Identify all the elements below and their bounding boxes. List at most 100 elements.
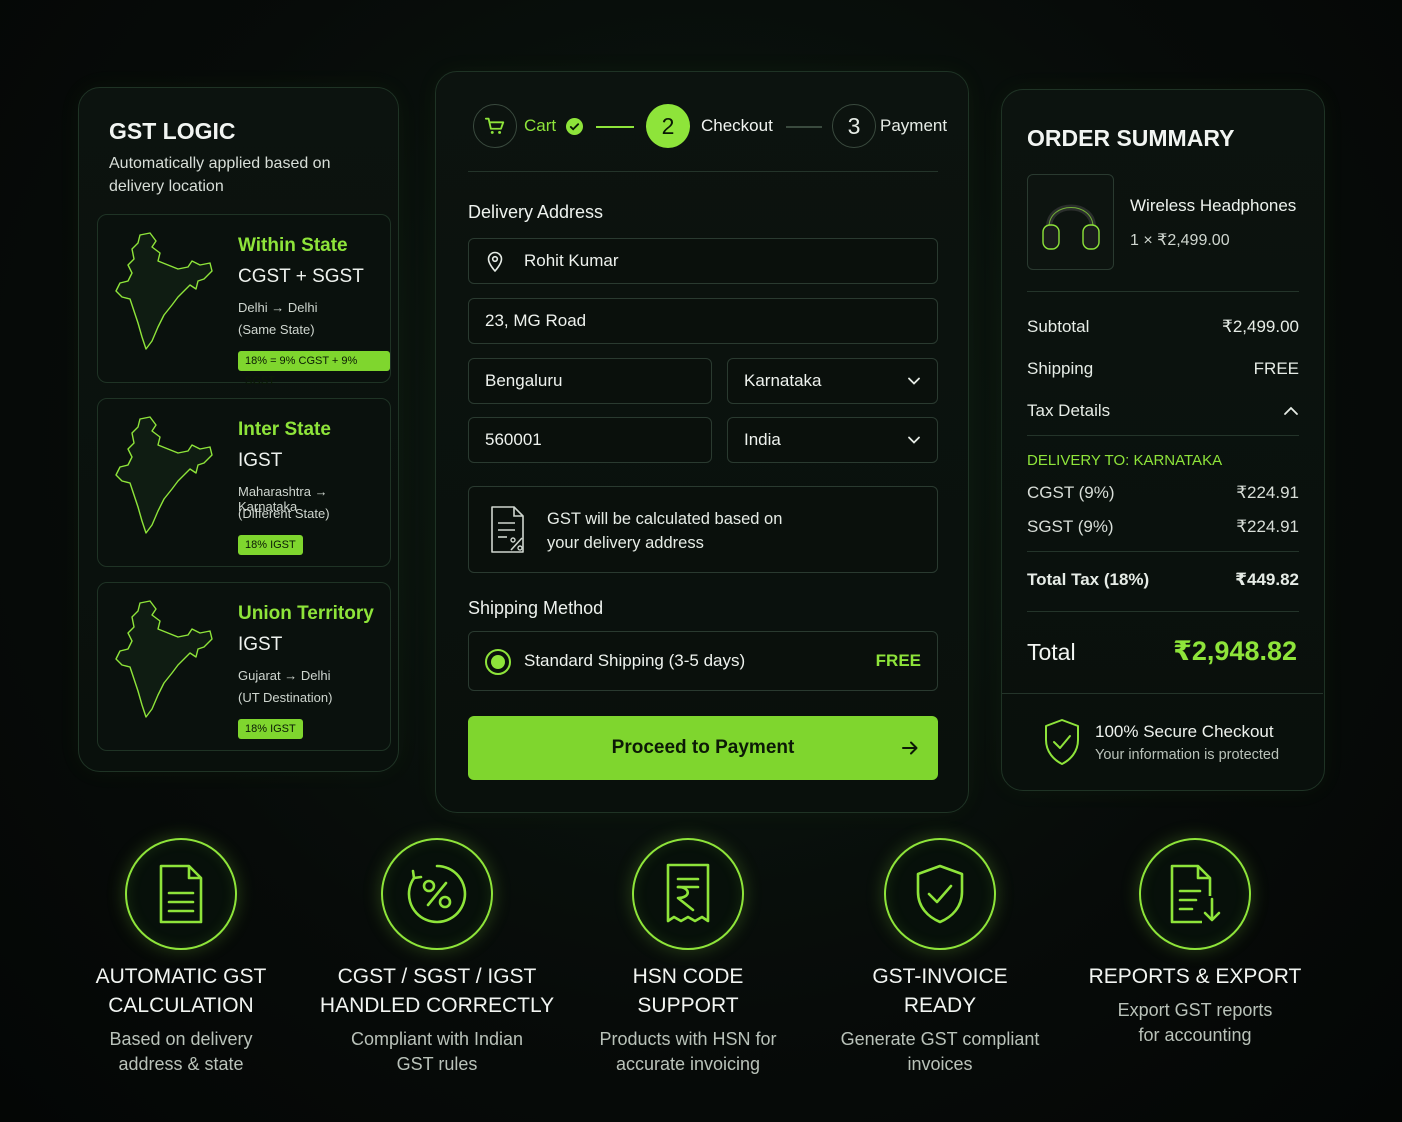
- total-value: ₹2,948.82: [1173, 636, 1297, 666]
- order-summary-panel: ORDER SUMMARY Wireless Headphones 1 × ₹2…: [1001, 89, 1325, 791]
- chevron-up-icon: [1284, 406, 1298, 415]
- tax-details-toggle[interactable]: Tax Details: [1027, 401, 1299, 421]
- divider: [1027, 291, 1299, 292]
- card-note: (Same State): [238, 322, 315, 337]
- gst-card-union-territory: Union Territory IGST Gujarat → Delhi (UT…: [97, 582, 391, 751]
- india-map-icon: [115, 416, 213, 534]
- shipping-row: Shipping FREE: [1027, 359, 1299, 379]
- gst-notice-line-1: GST will be calculated based on: [547, 510, 783, 528]
- cgst-value: ₹224.91: [1236, 483, 1299, 502]
- cgst-label: CGST (9%): [1027, 483, 1115, 502]
- gst-logic-title: GST LOGIC: [109, 118, 236, 144]
- state-select[interactable]: Karnataka: [727, 358, 938, 404]
- feature-automatic-gst: AUTOMATIC GST CALCULATION Based on deliv…: [41, 838, 321, 1077]
- shipping-price: FREE: [875, 651, 921, 670]
- step-label-cart: Cart: [524, 116, 557, 135]
- sgst-value: ₹224.91: [1236, 517, 1299, 536]
- feature-cgst-sgst-igst: CGST / SGST / IGST HANDLED CORRECTLY Com…: [297, 838, 577, 1077]
- document-percent-icon: [491, 506, 524, 553]
- checkout-panel: Cart 2 Checkout 3 Payment Delivery Addre…: [435, 71, 969, 813]
- divider: [1002, 693, 1323, 694]
- feature-title: GST-INVOICE READY: [872, 965, 1008, 1017]
- cgst-row: CGST (9%) ₹224.91: [1027, 483, 1299, 503]
- feature-description: Export GST reports for accounting: [1117, 1000, 1273, 1045]
- order-summary-title: ORDER SUMMARY: [1027, 125, 1235, 151]
- subtotal-value: ₹2,499.00: [1222, 317, 1299, 336]
- feature-description: Generate GST compliant invoices: [840, 1029, 1040, 1074]
- sgst-row: SGST (9%) ₹224.91: [1027, 517, 1299, 537]
- gst-card-inter-state: Inter State IGST Maharashtra → Karnataka…: [97, 398, 391, 567]
- receipt-rupee-icon: [666, 863, 710, 923]
- card-tax-type: CGST + SGST: [238, 266, 364, 287]
- feature-title: HSN CODE SUPPORT: [632, 965, 744, 1017]
- rate-badge: 18% IGST: [238, 535, 303, 555]
- delivery-to-label: DELIVERY TO: KARNATAKA: [1027, 452, 1223, 469]
- sgst-label: SGST (9%): [1027, 517, 1114, 536]
- pincode-field[interactable]: 560001: [468, 417, 712, 463]
- feature-hsn-code: HSN CODE SUPPORT Products with HSN for a…: [548, 838, 828, 1077]
- feature-title: AUTOMATIC GST CALCULATION: [95, 965, 267, 1017]
- india-map-icon: [115, 232, 213, 350]
- country-select[interactable]: India: [727, 417, 938, 463]
- card-tax-type: IGST: [238, 450, 283, 471]
- step-circle-checkout[interactable]: 2: [646, 104, 690, 148]
- address-value: 23, MG Road: [485, 311, 587, 330]
- name-field[interactable]: Rohit Kumar: [468, 238, 938, 284]
- card-route: Gujarat → Delhi: [238, 668, 331, 683]
- shipping-radio[interactable]: [485, 649, 511, 675]
- location-pin-icon: [487, 251, 503, 273]
- cart-icon: [484, 117, 505, 134]
- delivery-address-title: Delivery Address: [468, 202, 604, 222]
- shipping-value: FREE: [1253, 359, 1299, 378]
- product-qty-price: 1 × ₹2,499.00: [1130, 232, 1230, 249]
- feature-icon-ring: [884, 838, 996, 950]
- gst-logic-panel: GST LOGIC Automatically applied based on…: [78, 87, 399, 772]
- arrow-right-icon: [902, 741, 918, 755]
- tax-details-label: Tax Details: [1027, 401, 1111, 420]
- shipping-option-standard[interactable]: Standard Shipping (3-5 days) FREE: [468, 631, 938, 691]
- subtotal-row: Subtotal ₹2,499.00: [1027, 317, 1299, 337]
- product-name: Wireless Headphones: [1130, 196, 1297, 215]
- card-title: Within State: [238, 235, 348, 256]
- check-icon: [566, 118, 583, 135]
- feature-icon-ring: [632, 838, 744, 950]
- gst-card-within-state: Within State CGST + SGST Delhi → Delhi (…: [97, 214, 391, 387]
- divider: [1027, 435, 1299, 436]
- total-tax-row: Total Tax (18%) ₹449.82: [1027, 570, 1299, 590]
- step-circle-payment[interactable]: 3: [832, 104, 876, 148]
- step-cart[interactable]: [473, 104, 517, 148]
- feature-title: CGST / SGST / IGST HANDLED CORRECTLY: [319, 965, 555, 1017]
- total-label: Total: [1027, 639, 1076, 665]
- proceed-label: Proceed to Payment: [611, 737, 795, 758]
- country-value: India: [744, 430, 781, 449]
- shield-check-icon: [916, 864, 964, 924]
- card-route: Delhi → Delhi: [238, 300, 318, 315]
- address-field[interactable]: 23, MG Road: [468, 298, 938, 344]
- percent-icon: [407, 864, 467, 924]
- chevron-down-icon: [908, 377, 920, 385]
- rate-badge: 18% = 9% CGST + 9% SGST: [238, 351, 390, 387]
- total-tax-value: ₹449.82: [1235, 570, 1299, 589]
- document-icon: [159, 864, 203, 924]
- step-label-payment: Payment: [880, 116, 948, 135]
- city-field[interactable]: Bengaluru: [468, 358, 712, 404]
- pincode-value: 560001: [485, 430, 542, 449]
- divider: [1027, 611, 1299, 612]
- feature-gst-invoice: GST-INVOICE READY Generate GST compliant…: [800, 838, 1080, 1077]
- secure-checkout-title: 100% Secure Checkout: [1095, 722, 1274, 741]
- feature-description: Based on delivery address & state: [109, 1029, 253, 1074]
- card-title: Union Territory: [238, 603, 374, 624]
- card-note: (UT Destination): [238, 690, 333, 705]
- name-value: Rohit Kumar: [524, 251, 619, 270]
- gst-notice-line-2: your delivery address: [547, 534, 704, 552]
- secure-checkout-subtitle: Your information is protected: [1095, 747, 1280, 763]
- feature-icon-ring: [381, 838, 493, 950]
- gst-logic-subtitle: Automatically applied based on delivery …: [109, 155, 331, 195]
- state-value: Karnataka: [744, 371, 822, 390]
- proceed-to-payment-button[interactable]: Proceed to Payment: [468, 716, 938, 780]
- step-connector: [786, 126, 822, 128]
- shipping-method-title: Shipping Method: [468, 598, 604, 618]
- shipping-option-label: Standard Shipping (3-5 days): [524, 651, 746, 670]
- card-title: Inter State: [238, 419, 331, 440]
- india-map-icon: [115, 600, 213, 718]
